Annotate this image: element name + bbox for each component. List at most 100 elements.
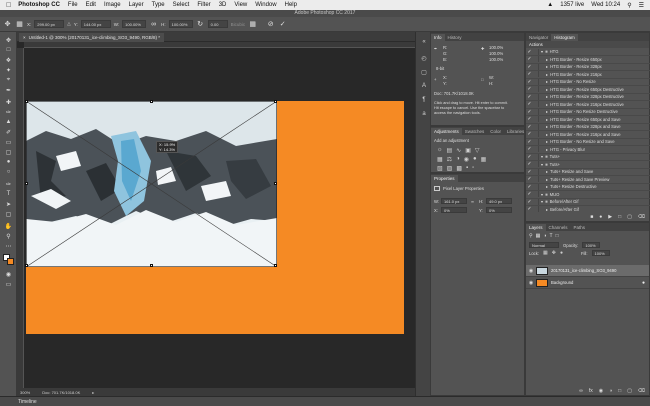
- background-color-swatch[interactable]: [7, 258, 14, 265]
- check-icon[interactable]: ✓: [526, 79, 533, 85]
- play-icon[interactable]: ▶: [608, 214, 612, 222]
- dialog-toggle-box[interactable]: [533, 116, 539, 122]
- tab-channels[interactable]: Channels: [546, 224, 571, 231]
- dialog-toggle-box[interactable]: [533, 93, 539, 100]
- link-layers-icon[interactable]: ∞: [579, 388, 583, 394]
- menu-help[interactable]: Help: [285, 2, 297, 8]
- status-arrow-icon[interactable]: ▸: [92, 390, 94, 395]
- actions-header[interactable]: Actions: [526, 41, 649, 48]
- dodge-tool-icon[interactable]: ○: [4, 168, 13, 176]
- clock[interactable]: Wed 10:24: [591, 2, 620, 8]
- dialog-toggle-box[interactable]: [533, 101, 539, 107]
- lock-all-icon[interactable]: ●: [560, 250, 563, 256]
- healing-tool-icon[interactable]: ✚: [4, 98, 13, 106]
- vibrance-icon[interactable]: ▽: [475, 147, 480, 154]
- dialog-toggle-box[interactable]: [533, 108, 539, 115]
- check-icon[interactable]: ✓: [526, 191, 533, 197]
- character-icon[interactable]: A: [420, 82, 428, 90]
- paragraph-icon[interactable]: ¶: [420, 96, 428, 104]
- disclosure-arrow-icon[interactable]: ▸: [546, 184, 548, 189]
- blur-tool-icon[interactable]: ●: [4, 158, 13, 166]
- disclosure-arrow-icon[interactable]: ▸: [546, 72, 548, 77]
- search-icon[interactable]: ⚲: [627, 2, 631, 9]
- crop-tool-icon[interactable]: ⌖: [4, 76, 13, 84]
- path-selection-tool-icon[interactable]: ➤: [4, 200, 13, 208]
- check-icon[interactable]: ✓: [526, 124, 533, 130]
- dialog-toggle-box[interactable]: [533, 191, 539, 197]
- tab-properties[interactable]: Properties: [431, 175, 458, 182]
- menu-select[interactable]: Select: [173, 2, 190, 8]
- menu-layer[interactable]: Layer: [129, 2, 144, 8]
- dialog-toggle-box[interactable]: [533, 176, 539, 182]
- filter-pixel-icon[interactable]: ▦: [536, 233, 541, 239]
- app-menu[interactable]: Photoshop CC: [18, 2, 60, 8]
- disclosure-arrow-icon[interactable]: ▾: [541, 154, 543, 159]
- prop-y-input[interactable]: 0%: [486, 207, 512, 213]
- reference-point-icon[interactable]: ▦: [15, 20, 24, 29]
- menu-view[interactable]: View: [234, 2, 247, 8]
- disclosure-arrow-icon[interactable]: ▸: [546, 79, 548, 84]
- layer-row-photo[interactable]: ◉ 20170131_ice-climbing_SO3_9490: [526, 265, 649, 277]
- dialog-toggle-box[interactable]: [533, 206, 539, 212]
- levels-icon[interactable]: ▤: [447, 147, 453, 154]
- check-icon[interactable]: ✓: [526, 176, 533, 182]
- cancel-icon[interactable]: ⊘: [266, 20, 275, 29]
- lock-icon[interactable]: ●: [642, 280, 645, 286]
- filter-adjust-icon[interactable]: ◑: [543, 233, 546, 239]
- lasso-tool-icon[interactable]: ❖: [4, 56, 13, 64]
- blend-mode-select[interactable]: Normal: [529, 242, 559, 248]
- check-icon[interactable]: ✓: [526, 131, 533, 137]
- menu-type[interactable]: Type: [152, 2, 165, 8]
- check-icon[interactable]: ✓: [526, 94, 533, 100]
- hue-saturation-icon[interactable]: ▦: [437, 156, 443, 163]
- history-brush-tool-icon[interactable]: ✐: [4, 128, 13, 136]
- layer-name-photo[interactable]: 20170131_ice-climbing_SO3_9490: [551, 268, 616, 273]
- black-white-icon[interactable]: ◑: [456, 156, 460, 163]
- exposure-icon[interactable]: ▣: [465, 147, 471, 154]
- check-icon[interactable]: ✓: [526, 116, 533, 122]
- check-icon[interactable]: ✓: [526, 161, 533, 167]
- disclosure-arrow-icon[interactable]: ▸: [546, 139, 548, 144]
- check-icon[interactable]: ✓: [526, 101, 533, 107]
- width-input[interactable]: 100.00%: [122, 20, 147, 28]
- zoom-level[interactable]: 300%: [20, 390, 30, 395]
- photo-filter-icon[interactable]: ◉: [464, 156, 469, 163]
- marquee-tool-icon[interactable]: □: [4, 46, 13, 54]
- layer-name-background[interactable]: Background: [551, 280, 573, 285]
- trash-icon[interactable]: ⌫: [638, 214, 645, 222]
- move-tool-icon[interactable]: ✥: [4, 36, 13, 44]
- group-icon[interactable]: □: [618, 388, 621, 394]
- tab-layers[interactable]: Layers: [526, 224, 546, 231]
- dialog-toggle-box[interactable]: [533, 123, 539, 130]
- new-set-icon[interactable]: □: [618, 214, 621, 222]
- menu-edit[interactable]: Edit: [86, 2, 96, 8]
- disclosure-arrow-icon[interactable]: ▸: [546, 64, 548, 69]
- ruler-horizontal[interactable]: [24, 42, 415, 48]
- action-row[interactable]: ✓ ▸ Before/After Gif: [526, 206, 650, 213]
- transform-handle-top-left[interactable]: [25, 100, 28, 103]
- filter-type-icon[interactable]: T: [549, 233, 552, 239]
- dialog-toggle-box[interactable]: [533, 138, 539, 145]
- tab-histogram[interactable]: Histogram: [551, 34, 578, 41]
- dialog-toggle-box[interactable]: [533, 56, 539, 62]
- layer-row-background[interactable]: ◉ Background ●: [526, 277, 649, 289]
- close-icon[interactable]: ×: [23, 35, 26, 40]
- dialog-toggle-box[interactable]: [533, 63, 539, 70]
- add-mask-icon[interactable]: ◉: [599, 388, 603, 394]
- filter-shape-icon[interactable]: □: [556, 233, 559, 239]
- ruler-vertical[interactable]: [17, 48, 24, 388]
- new-layer-icon[interactable]: ▢: [627, 388, 632, 394]
- check-icon[interactable]: ✓: [526, 56, 533, 62]
- fx-icon[interactable]: fx: [589, 388, 593, 394]
- disclosure-arrow-icon[interactable]: ▸: [546, 177, 548, 182]
- free-transform-bounding-box[interactable]: [25, 100, 277, 267]
- new-action-icon[interactable]: ▢: [627, 214, 632, 222]
- type-tool-icon[interactable]: T: [4, 190, 13, 198]
- eyedropper-tool-icon[interactable]: ✒: [4, 86, 13, 94]
- height-input[interactable]: 100.00%: [168, 20, 193, 28]
- tab-info[interactable]: Info: [431, 34, 445, 41]
- check-icon[interactable]: ✓: [526, 49, 533, 55]
- check-icon[interactable]: ✓: [526, 64, 533, 70]
- opacity-input[interactable]: 100%: [582, 242, 601, 248]
- clone-stamp-tool-icon[interactable]: ▲: [4, 118, 13, 126]
